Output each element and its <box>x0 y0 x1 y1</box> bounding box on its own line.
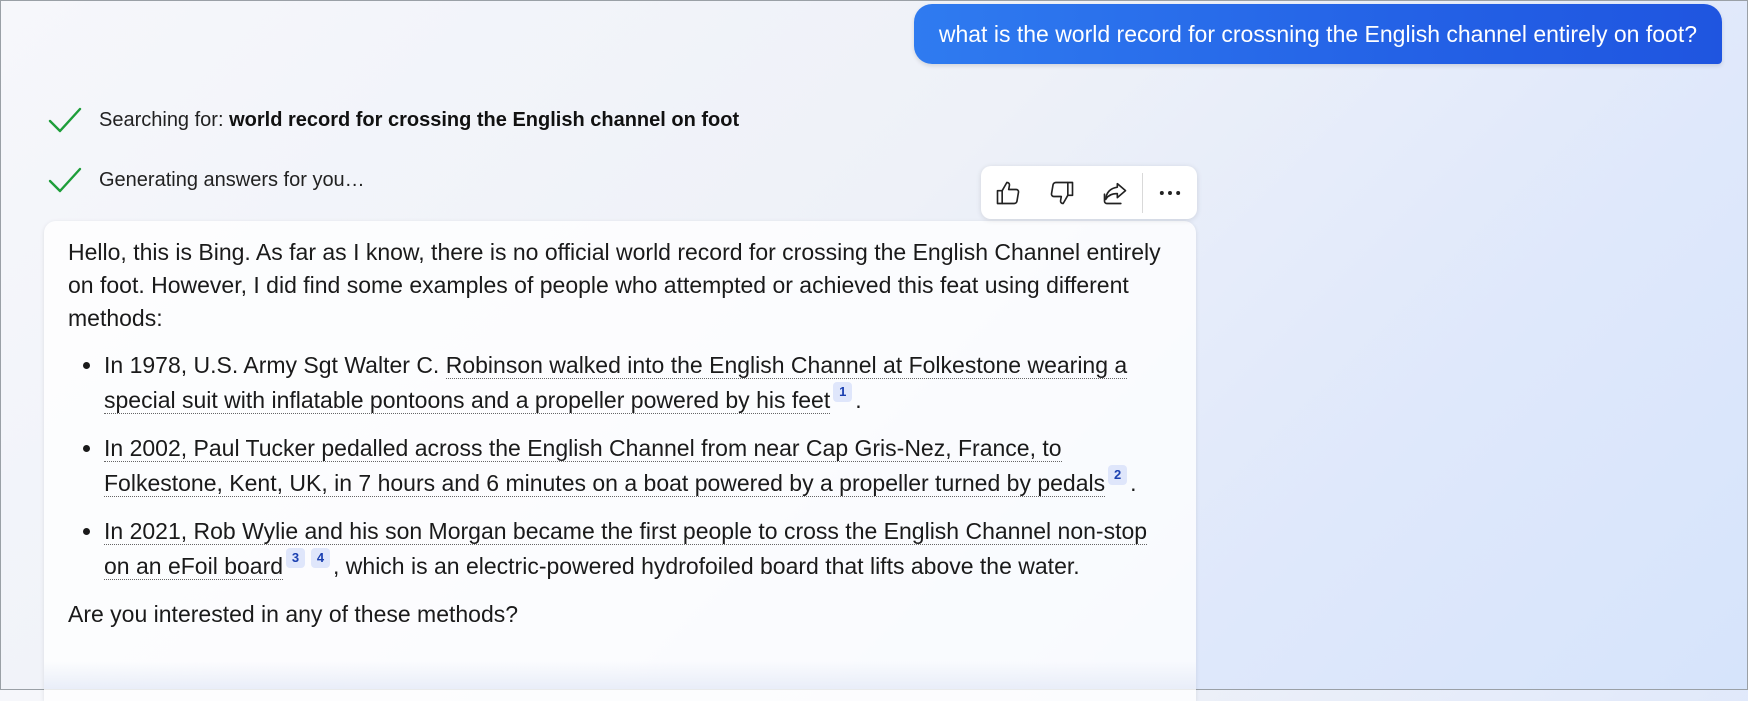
answer-closing: Are you interested in any of these metho… <box>68 601 519 627</box>
bullet-text: In 1978, U.S. Army Sgt Walter C. <box>104 352 446 378</box>
dislike-button[interactable] <box>1035 166 1089 219</box>
cited-text[interactable]: In 2002, Paul Tucker pedalled across the… <box>104 435 1106 497</box>
bullet-text: , which is an electric-powered hydrofoil… <box>333 553 1080 579</box>
bottom-fade <box>44 661 1196 689</box>
more-options-button[interactable] <box>1143 166 1197 219</box>
thumbs-down-icon <box>1050 181 1073 204</box>
share-button[interactable] <box>1089 166 1143 219</box>
searching-prefix: Searching for: <box>99 108 230 131</box>
like-button[interactable] <box>981 166 1035 219</box>
user-message-bubble: what is the world record for crossning t… <box>913 4 1722 64</box>
answer-intro: Hello, this is Bing. As far as I know, t… <box>68 239 1161 331</box>
citation-badge[interactable]: 4 <box>311 548 331 568</box>
list-item: In 1978, U.S. Army Sgt Walter C. Robinso… <box>104 349 1172 417</box>
list-item: In 2002, Paul Tucker pedalled across the… <box>104 432 1172 500</box>
share-icon <box>1104 182 1127 204</box>
answer-list: In 1978, U.S. Army Sgt Walter C. Robinso… <box>68 349 1172 583</box>
bullet-text: . <box>1130 470 1137 496</box>
citation-badge[interactable]: 1 <box>833 382 853 402</box>
bullet-text: . <box>855 387 862 413</box>
generating-text: Generating answers for you… <box>99 168 365 191</box>
checkmark-icon <box>48 167 82 193</box>
citation-badge[interactable]: 2 <box>1108 465 1128 485</box>
more-options-icon <box>1159 190 1181 195</box>
status-searching: Searching for: world record for crossing… <box>47 106 739 134</box>
citation-badge[interactable]: 3 <box>286 548 306 568</box>
user-message-text: what is the world record for crossning t… <box>938 20 1697 47</box>
status-generating: Generating answers for you… <box>47 166 365 194</box>
bot-answer-card: Hello, this is Bing. As far as I know, t… <box>44 221 1196 701</box>
thumbs-up-icon <box>996 181 1020 204</box>
checkmark-icon <box>48 107 82 133</box>
search-query: world record for crossing the English ch… <box>229 108 740 131</box>
response-toolbar <box>981 166 1197 219</box>
list-item: In 2021, Rob Wylie and his son Morgan be… <box>104 515 1172 583</box>
